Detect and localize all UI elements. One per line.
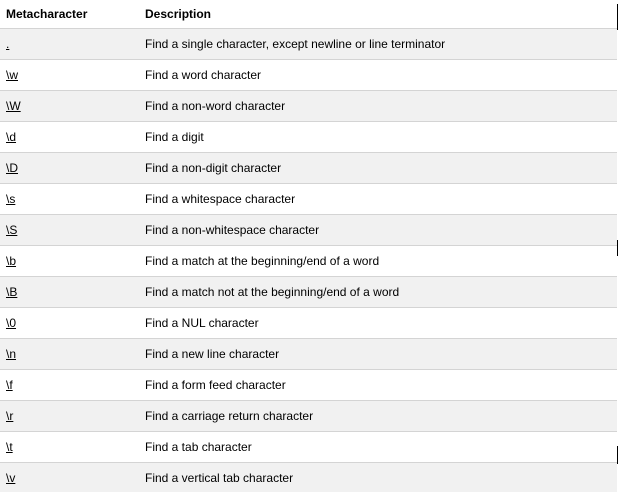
description-cell: Find a non-whitespace character (139, 214, 617, 246)
meta-cell: \0 (0, 307, 139, 339)
description-cell: Find a NUL character (139, 307, 617, 339)
description-cell: Find a carriage return character (139, 400, 617, 432)
metacharacter-table: Metacharacter Description . Find a singl… (0, 0, 617, 492)
meta-link[interactable]: \W (6, 99, 21, 113)
description-cell: Find a new line character (139, 338, 617, 370)
meta-link[interactable]: \v (6, 471, 15, 485)
header-description: Description (139, 0, 617, 29)
meta-link[interactable]: \r (6, 409, 13, 423)
meta-cell: \B (0, 276, 139, 308)
table-row: \s Find a whitespace character (0, 183, 617, 215)
meta-link[interactable]: \w (6, 68, 18, 82)
meta-link[interactable]: \t (6, 440, 13, 454)
meta-link[interactable]: \0 (6, 316, 16, 330)
meta-link[interactable]: \B (6, 285, 17, 299)
description-cell: Find a non-word character (139, 90, 617, 122)
description-cell: Find a vertical tab character (139, 462, 617, 492)
description-cell: Find a form feed character (139, 369, 617, 401)
table-row: \f Find a form feed character (0, 369, 617, 401)
meta-cell: \f (0, 369, 139, 401)
meta-cell: \t (0, 431, 139, 463)
meta-cell: \n (0, 338, 139, 370)
meta-cell: . (0, 28, 139, 60)
table-row: \D Find a non-digit character (0, 152, 617, 184)
meta-link[interactable]: \d (6, 130, 16, 144)
description-cell: Find a digit (139, 121, 617, 153)
meta-cell: \v (0, 462, 139, 492)
description-cell: Find a word character (139, 59, 617, 91)
table-row: \W Find a non-word character (0, 90, 617, 122)
table-row: \d Find a digit (0, 121, 617, 153)
table-row: \S Find a non-whitespace character (0, 214, 617, 246)
meta-link[interactable]: \f (6, 378, 13, 392)
meta-link[interactable]: \s (6, 192, 15, 206)
table-row: \w Find a word character (0, 59, 617, 91)
table-row: . Find a single character, except newlin… (0, 28, 617, 60)
meta-cell: \W (0, 90, 139, 122)
description-cell: Find a non-digit character (139, 152, 617, 184)
table-row: \r Find a carriage return character (0, 400, 617, 432)
description-cell: Find a whitespace character (139, 183, 617, 215)
meta-cell: \r (0, 400, 139, 432)
table-row: \0 Find a NUL character (0, 307, 617, 339)
meta-link[interactable]: \b (6, 254, 16, 268)
meta-link[interactable]: \D (6, 161, 18, 175)
meta-link[interactable]: . (6, 37, 9, 51)
description-cell: Find a tab character (139, 431, 617, 463)
table-row: \n Find a new line character (0, 338, 617, 370)
header-metacharacter: Metacharacter (0, 0, 139, 29)
meta-cell: \b (0, 245, 139, 277)
meta-link[interactable]: \n (6, 347, 16, 361)
description-cell: Find a single character, except newline … (139, 28, 617, 60)
table-row: \b Find a match at the beginning/end of … (0, 245, 617, 277)
description-cell: Find a match not at the beginning/end of… (139, 276, 617, 308)
meta-link[interactable]: \S (6, 223, 17, 237)
meta-cell: \S (0, 214, 139, 246)
meta-cell: \D (0, 152, 139, 184)
meta-cell: \s (0, 183, 139, 215)
table-row: \v Find a vertical tab character (0, 462, 617, 492)
description-cell: Find a match at the beginning/end of a w… (139, 245, 617, 277)
table-row: \B Find a match not at the beginning/end… (0, 276, 617, 308)
table-row: \t Find a tab character (0, 431, 617, 463)
page: Metacharacter Description . Find a singl… (0, 0, 618, 492)
meta-cell: \w (0, 59, 139, 91)
table-header-row: Metacharacter Description (0, 0, 617, 29)
meta-cell: \d (0, 121, 139, 153)
